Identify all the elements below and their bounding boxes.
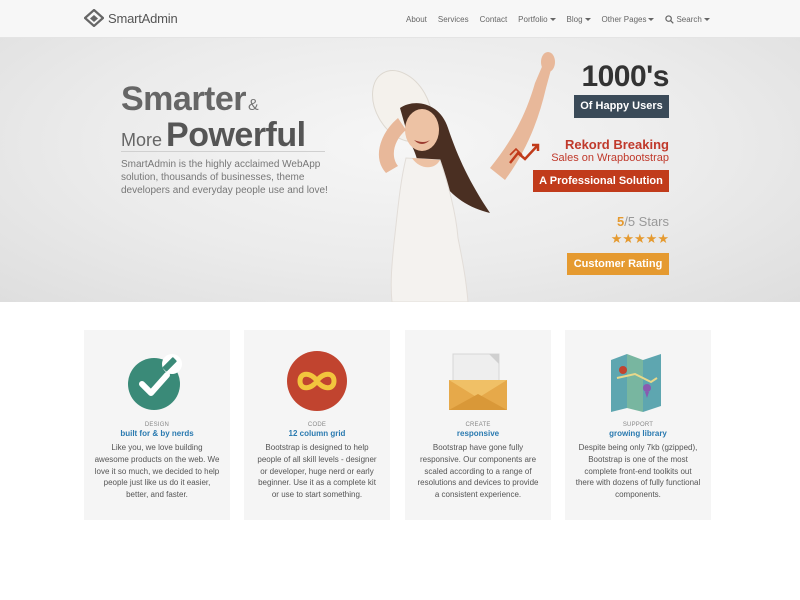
nav-contact[interactable]: Contact [480,15,508,24]
main-nav: About Services Contact Portfolio Blog Ot… [406,0,721,38]
line-chart-icon [509,143,540,164]
caret-down-icon [549,17,556,21]
feature-icon-container [565,348,711,414]
hero-title-more: More [121,130,163,150]
feature-subtitle: growing library [609,429,667,438]
rekord-breaking-title: Rekord Breaking [564,137,669,152]
stars-rating-text: 5/5 Stars [617,214,669,229]
nav-services-label: Services [437,14,469,24]
hero-title-line1: Smarter & [121,80,259,119]
feature-card-support: SUPPORT growing library Despite being on… [565,330,711,520]
hero-title-line2: More Powerful [121,116,306,155]
smartadmin-logo-icon [84,9,104,27]
nav-contact-label: Contact [479,14,508,24]
feature-category: SUPPORT [622,422,654,428]
feature-description: Bootstrap is designed to help people of … [257,443,377,500]
rekord-breaking-subtitle: Sales on Wrapbootstrap [551,152,669,164]
feature-category: DESIGN [144,422,170,428]
feature-subtitle: 12 column grid [288,429,346,438]
map-icon [611,354,661,412]
nav-portfolio[interactable]: Portfolio [518,14,556,24]
feature-category: CODE [307,422,327,428]
feature-category: CREATE [465,422,491,428]
hero-title-smarter: Smarter [121,80,247,118]
envelope-icon [449,353,507,410]
caret-down-icon [703,17,710,21]
hero-section: Smarter & More Powerful SmartAdmin is the … [0,38,800,302]
star-rating-icons: ★★★★★ [610,232,669,247]
customer-rating-badge: Customer Rating [567,253,669,275]
feature-card-code: CODE 12 column grid Bootstrap is designe… [244,330,390,520]
caret-down-icon [648,17,655,21]
top-navbar: SmartAdmin About Services Contact Portfo… [0,0,800,38]
brand-name: SmartAdmin [108,10,178,26]
nav-about[interactable]: About [406,15,427,24]
hero-description: SmartAdmin is the highly acclaimed WebAp… [121,159,328,196]
nav-search-label: Search [676,14,702,24]
feature-description: Like you, we love building awesome produ… [94,443,220,500]
nav-search[interactable]: Search [665,14,710,24]
nav-services[interactable]: Services [438,15,469,24]
nav-blog-label: Blog [566,14,583,24]
professional-solution-badge: A Professional Solution [533,170,669,192]
feature-icon-container [244,348,390,414]
hero-divider [121,151,325,152]
feature-icon-container [84,348,230,414]
nav-other-pages-label: Other Pages [601,14,647,24]
feature-description: Despite being only 7kb (gzipped), Bootst… [575,443,701,500]
brand-logo[interactable]: SmartAdmin [84,8,178,28]
nav-blog[interactable]: Blog [567,15,591,24]
feature-subtitle: built for & by nerds [120,429,194,438]
search-icon [665,14,675,24]
hero-title-amp: & [248,97,259,114]
nav-about-label: About [406,14,427,24]
check-pencil-icon [128,354,182,410]
happy-users-count: 1000's [581,60,669,93]
feature-icon-container [405,348,551,414]
caret-down-icon [584,17,591,21]
nav-other-pages[interactable]: Other Pages [602,15,655,24]
happy-users-badge: Of Happy Users [574,95,669,118]
stars-rating-suffix: /5 Stars [624,214,669,229]
nav-portfolio-label: Portfolio [518,14,548,24]
feature-card-design: DESIGN built for & by nerds Like you, we… [84,330,230,520]
feature-description: Bootstrap have gone fully responsive. Ou… [417,443,539,500]
hero-title-powerful: Powerful [166,116,306,154]
infinity-icon [287,351,347,411]
feature-card-create: CREATE responsive Bootstrap have gone fu… [405,330,551,520]
feature-subtitle: responsive [456,429,500,438]
